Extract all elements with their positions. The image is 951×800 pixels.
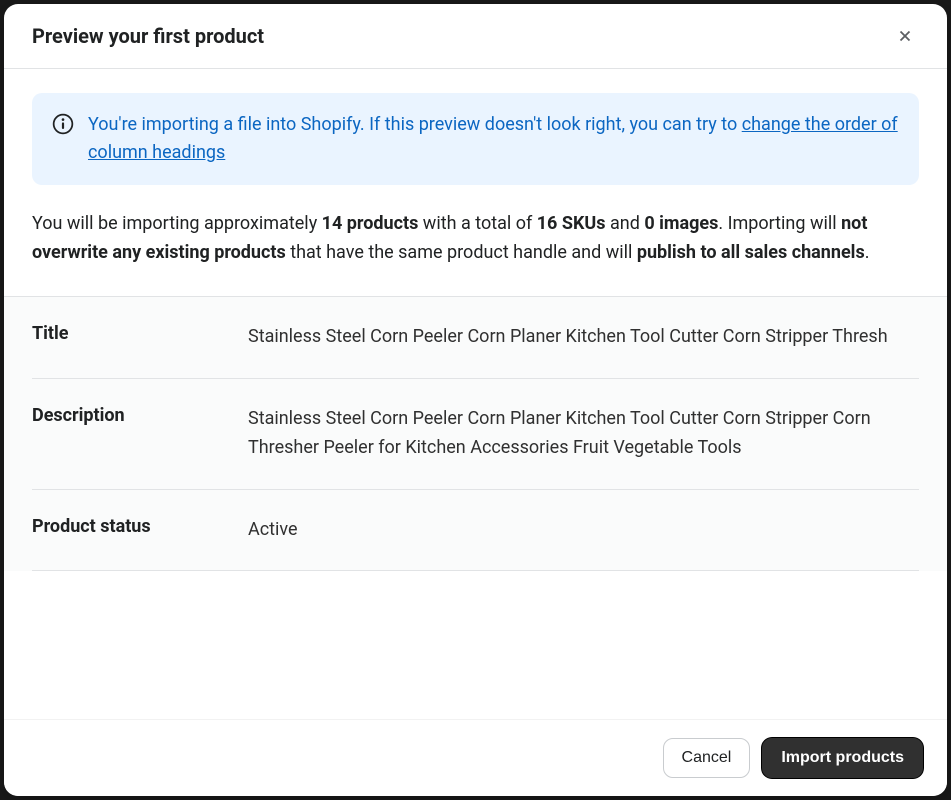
preview-row-product-status: Product status Active [32,490,919,572]
summary-part: You will be importing approximately [32,213,322,234]
info-banner: You're importing a file into Shopify. If… [32,93,919,185]
summary-part: with a total of [418,213,536,234]
summary-part: that have the same product handle and wi… [286,242,637,263]
preview-row-title: Title Stainless Steel Corn Peeler Corn P… [32,297,919,379]
close-button[interactable] [891,22,919,50]
preview-value: Stainless Steel Corn Peeler Corn Planer … [248,405,919,463]
preview-value: Active [248,516,919,545]
banner-text: You're importing a file into Shopify. If… [88,114,742,135]
preview-label: Product status [32,516,248,545]
info-banner-text: You're importing a file into Shopify. If… [88,111,899,167]
summary-publish-note: publish to all sales channels [637,242,865,263]
product-preview-section: Title Stainless Steel Corn Peeler Corn P… [4,296,947,571]
modal-footer: Cancel Import products [4,719,947,796]
cancel-button[interactable]: Cancel [663,738,751,778]
close-icon [896,27,914,45]
summary-part: and [606,213,645,234]
info-icon [52,113,74,135]
summary-part: . [865,242,870,263]
modal-title: Preview your first product [32,24,264,48]
summary-images-count: 0 images [644,213,718,234]
import-summary: You will be importing approximately 14 p… [32,209,919,268]
preview-value: Stainless Steel Corn Peeler Corn Planer … [248,323,919,352]
modal-body[interactable]: You're importing a file into Shopify. If… [4,69,947,719]
summary-skus-count: 16 SKUs [537,213,606,234]
preview-label: Description [32,405,248,463]
modal-header: Preview your first product [4,4,947,69]
summary-products-count: 14 products [322,213,419,234]
summary-part: . Importing will [718,213,841,234]
import-products-button[interactable]: Import products [762,738,923,778]
preview-label: Title [32,323,248,352]
preview-product-modal: Preview your first product You're import… [4,4,947,796]
preview-row-description: Description Stainless Steel Corn Peeler … [32,379,919,490]
